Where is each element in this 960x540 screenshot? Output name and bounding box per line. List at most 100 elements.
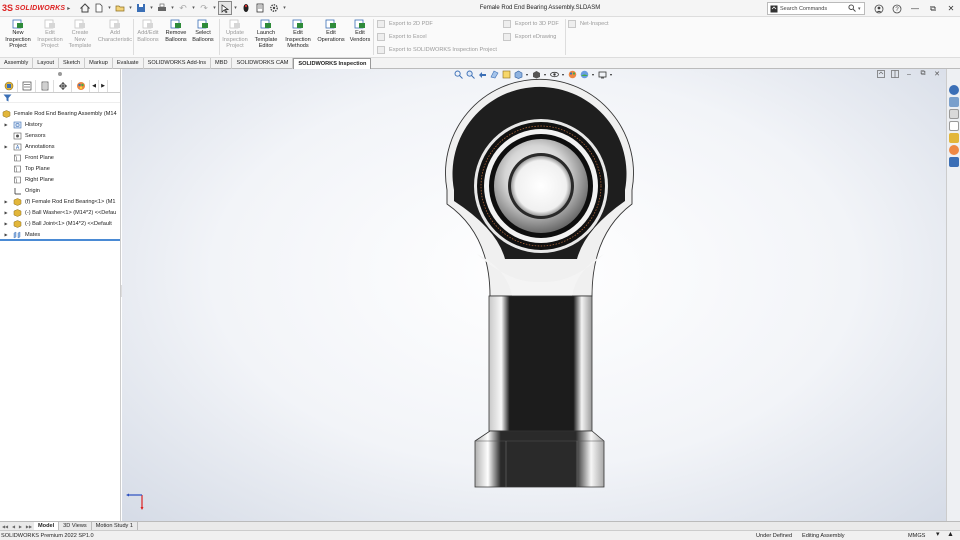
add-edit-balloons-button[interactable]: Add/Edit Balloons: [135, 19, 161, 43]
menu-chevron-icon[interactable]: ▸: [67, 5, 70, 12]
save-icon[interactable]: [134, 1, 148, 15]
tab-assembly[interactable]: Assembly: [0, 58, 34, 69]
expand-arrow-icon[interactable]: ▶: [3, 122, 9, 127]
rebuild-icon[interactable]: [239, 1, 253, 15]
remove-balloons-button[interactable]: Remove Balloons: [163, 19, 189, 43]
tree-item-sensors[interactable]: Sensors: [0, 130, 121, 141]
feature-manager-tab[interactable]: [0, 80, 18, 92]
help-icon[interactable]: ?: [888, 0, 906, 17]
search-input[interactable]: Search Commands: [780, 6, 848, 12]
export-edrawing-button[interactable]: Export eDrawing: [503, 33, 556, 41]
search-commands-box[interactable]: Search Commands ▾: [767, 2, 865, 15]
appearances-icon[interactable]: [948, 133, 959, 143]
export-2d-pdf-button[interactable]: Export to 2D PDF: [377, 20, 433, 28]
inspection-pane-icon[interactable]: [948, 157, 959, 167]
rod-end-bearing-model[interactable]: [122, 69, 946, 521]
hex-base[interactable]: [474, 430, 605, 488]
tabs-left-icon[interactable]: ◀: [90, 80, 99, 92]
select-cursor-icon[interactable]: [218, 1, 232, 15]
rollback-bar[interactable]: [0, 239, 120, 241]
add-characteristic-button[interactable]: Add Characteristic: [97, 19, 133, 43]
print-icon[interactable]: [155, 1, 169, 15]
open-dropdown-icon[interactable]: ▾: [127, 5, 134, 11]
solidworks-resources-icon[interactable]: [948, 85, 959, 95]
shank[interactable]: [488, 295, 593, 432]
tree-item-top-plane[interactable]: Top Plane: [0, 163, 121, 174]
tree-item-right-plane[interactable]: Right Plane: [0, 174, 121, 185]
minimize-icon[interactable]: —: [906, 0, 924, 17]
solidworks-logo[interactable]: 3S SOLIDWORKS ▸: [2, 3, 78, 13]
unit-system[interactable]: MMGS: [908, 532, 925, 540]
expand-arrow-icon[interactable]: ▶: [3, 221, 9, 226]
print-dropdown-icon[interactable]: ▾: [169, 5, 176, 11]
panel-collapse-handle[interactable]: [58, 72, 62, 76]
expand-arrow-icon[interactable]: ▶: [3, 144, 9, 149]
first-tab-icon[interactable]: ◀◀: [2, 524, 8, 529]
tree-item-origin[interactable]: Origin: [0, 185, 121, 196]
expand-arrow-icon[interactable]: ▶: [3, 210, 9, 215]
export-excel-button[interactable]: Export to Excel: [377, 33, 427, 41]
prev-tab-icon[interactable]: ◀: [12, 524, 15, 529]
design-library-icon[interactable]: [948, 97, 959, 107]
create-template-button[interactable]: Create New Template: [65, 19, 95, 50]
filter-icon[interactable]: [3, 94, 12, 102]
options-gear-icon[interactable]: [267, 1, 281, 15]
restore-icon[interactable]: ⧉: [924, 0, 942, 17]
account-icon[interactable]: [870, 0, 888, 17]
options-dropdown-icon[interactable]: ▾: [281, 5, 288, 11]
tab-evaluate[interactable]: Evaluate: [113, 58, 144, 69]
tab-sketch[interactable]: Sketch: [59, 58, 86, 69]
custom-properties-icon[interactable]: [948, 145, 959, 155]
export-inspection-project-button[interactable]: Export to SOLIDWORKS Inspection Project: [377, 46, 497, 54]
display-manager-tab[interactable]: [72, 80, 90, 92]
tab-solidworks-inspection[interactable]: SOLIDWORKS Inspection: [293, 58, 372, 69]
file-explorer-icon[interactable]: [948, 109, 959, 119]
tab-solidworks-add-ins[interactable]: SOLIDWORKS Add-Ins: [144, 58, 212, 69]
tab-solidworks-cam[interactable]: SOLIDWORKS CAM: [232, 58, 294, 69]
new-document-icon[interactable]: [92, 1, 106, 15]
home-icon[interactable]: [78, 1, 92, 15]
edit-vendors-button[interactable]: Edit Vendors: [347, 19, 373, 43]
edit-inspection-project-button[interactable]: Edit Inspection Project: [35, 19, 65, 50]
configuration-manager-tab[interactable]: [36, 80, 54, 92]
open-folder-icon[interactable]: [113, 1, 127, 15]
tree-item-f-female-rod-end-bearing-1-m1[interactable]: ▶ (f) Female Rod End Bearing<1> (M1: [0, 196, 121, 207]
expand-arrow-icon[interactable]: ▶: [3, 199, 9, 204]
dimxpert-manager-tab[interactable]: [54, 80, 72, 92]
new-inspection-project-button[interactable]: New Inspection Project: [3, 19, 33, 50]
net-inspect-button[interactable]: Net-Inspect: [568, 20, 609, 28]
select-balloons-button[interactable]: Select Balloons: [190, 19, 216, 43]
property-manager-tab[interactable]: [18, 80, 36, 92]
file-properties-icon[interactable]: [253, 1, 267, 15]
close-icon[interactable]: ✕: [942, 0, 960, 17]
expand-arrow-icon[interactable]: ▶: [3, 232, 9, 237]
new-dropdown-icon[interactable]: ▾: [106, 5, 113, 11]
tree-filter-bar[interactable]: [0, 93, 120, 103]
undo-dropdown-icon[interactable]: ▾: [190, 5, 197, 11]
export-3d-pdf-button[interactable]: Export to 3D PDF: [503, 20, 559, 28]
redo-icon[interactable]: ↷: [197, 1, 211, 15]
search-icon[interactable]: [848, 3, 858, 14]
graphics-area[interactable]: ▾ ▾ ▾ ▾ ▾ – ⧉ ✕: [122, 69, 946, 521]
redo-dropdown-icon[interactable]: ▾: [211, 5, 218, 11]
tree-item-ball-joint-1-m14-2-default[interactable]: ▶ (-) Ball Joint<1> (M14*2) <<Default: [0, 218, 121, 229]
last-tab-icon[interactable]: ▶▶: [26, 524, 32, 529]
quick-tips-icon[interactable]: ▲: [947, 531, 954, 539]
tree-item-annotations[interactable]: ▶ A Annotations: [0, 141, 121, 152]
select-dropdown-icon[interactable]: ▾: [232, 5, 239, 11]
edit-operations-button[interactable]: Edit Operations: [316, 19, 346, 43]
tab-markup[interactable]: Markup: [85, 58, 113, 69]
tabs-right-icon[interactable]: ▶: [99, 80, 108, 92]
tree-item-front-plane[interactable]: Front Plane: [0, 152, 121, 163]
search-dropdown-icon[interactable]: ▾: [858, 6, 864, 12]
tab-mbd[interactable]: MBD: [211, 58, 233, 69]
tree-root-assembly[interactable]: Female Rod End Bearing Assembly (M14: [0, 108, 121, 119]
launch-template-editor-button[interactable]: Launch Template Editor: [252, 19, 280, 50]
tab-layout[interactable]: Layout: [33, 58, 60, 69]
update-inspection-project-button[interactable]: Update Inspection Project: [221, 19, 249, 50]
tree-item-history[interactable]: ▶ History: [0, 119, 121, 130]
next-tab-icon[interactable]: ▶: [19, 524, 22, 529]
view-palette-icon[interactable]: [948, 121, 959, 131]
unit-dropdown-icon[interactable]: ▾: [936, 531, 940, 539]
edit-inspection-methods-button[interactable]: Edit Inspection Methods: [283, 19, 313, 50]
